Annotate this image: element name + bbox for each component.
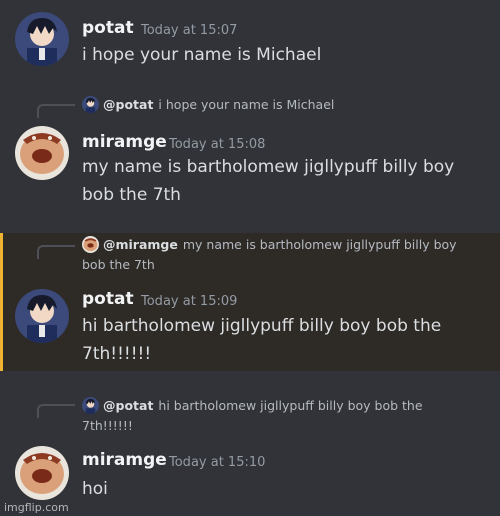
- reply-text-line-2: 7th!!!!!!: [82, 418, 133, 433]
- reply-text-line-2: bob the 7th: [82, 257, 155, 272]
- avatar-potat[interactable]: [15, 12, 69, 66]
- message-text-line-1: my name is bartholomew jigllypuff billy …: [82, 157, 455, 177]
- avatar-miramge[interactable]: [15, 446, 69, 500]
- reply-avatar: [82, 236, 99, 253]
- reply-preview[interactable]: @potat hi bartholomew jigllypuff billy bo…: [82, 396, 423, 436]
- message-text: i hope your name is Michael: [82, 45, 322, 65]
- author-name[interactable]: potat: [82, 289, 134, 309]
- message-text-line-2: 7th!!!!!!: [82, 344, 152, 364]
- reply-mention[interactable]: @miramge: [103, 237, 178, 252]
- message-2: @potat i hope your name is Michael miramg…: [0, 90, 500, 225]
- reply-avatar: [82, 96, 99, 113]
- avatar-potat[interactable]: [15, 289, 69, 343]
- author-name[interactable]: potat: [82, 18, 134, 38]
- message-text: hoi: [82, 479, 108, 499]
- author-name[interactable]: miramge: [82, 450, 167, 470]
- reply-text: my name is bartholomew jigllypuff billy …: [182, 237, 457, 252]
- reply-mention[interactable]: @potat: [103, 398, 153, 413]
- timestamp: Today at 15:09: [141, 294, 238, 309]
- timestamp: Today at 15:08: [169, 137, 266, 152]
- author-name[interactable]: miramge: [82, 132, 167, 152]
- reply-preview[interactable]: @potat i hope your name is Michael: [82, 95, 334, 115]
- watermark: imgflip.com: [4, 501, 69, 514]
- reply-avatar: [82, 397, 99, 414]
- reply-mention[interactable]: @potat: [103, 97, 153, 112]
- reply-preview[interactable]: @miramge my name is bartholomew jigllypuf…: [82, 235, 457, 275]
- reply-text: hi bartholomew jigllypuff billy boy bob …: [158, 398, 423, 413]
- avatar-miramge[interactable]: [15, 126, 69, 180]
- reply-connector: [37, 245, 75, 259]
- message-text-line-1: hi bartholomew jigllypuff billy boy bob …: [82, 316, 442, 336]
- message-3-highlighted: @miramge my name is bartholomew jigllypuf…: [0, 233, 500, 371]
- message-1: potat Today at 15:07 i hope your name is…: [0, 0, 500, 90]
- message-4: @potat hi bartholomew jigllypuff billy bo…: [0, 392, 500, 516]
- reply-connector: [37, 104, 75, 118]
- reply-text: i hope your name is Michael: [158, 97, 335, 112]
- timestamp: Today at 15:07: [141, 23, 238, 38]
- message-text-line-2: bob the 7th: [82, 185, 181, 205]
- timestamp: Today at 15:10: [169, 455, 266, 470]
- reply-connector: [37, 404, 75, 418]
